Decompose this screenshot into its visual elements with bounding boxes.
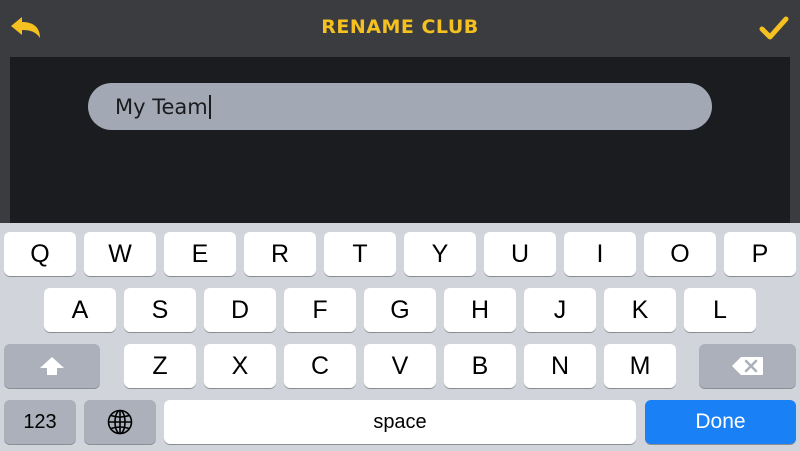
key-k[interactable]: K [604, 288, 676, 332]
content-panel: My Team [10, 57, 790, 223]
key-r[interactable]: R [244, 232, 316, 276]
key-f[interactable]: F [284, 288, 356, 332]
space-key[interactable]: space [164, 400, 636, 444]
key-l[interactable]: L [684, 288, 756, 332]
key-w[interactable]: W [84, 232, 156, 276]
numbers-key[interactable]: 123 [4, 400, 76, 444]
key-e[interactable]: E [164, 232, 236, 276]
key-n[interactable]: N [524, 344, 596, 388]
key-c[interactable]: C [284, 344, 356, 388]
key-v[interactable]: V [364, 344, 436, 388]
confirm-button[interactable] [754, 10, 794, 46]
globe-key[interactable] [84, 400, 156, 444]
key-x[interactable]: X [204, 344, 276, 388]
key-q[interactable]: Q [4, 232, 76, 276]
key-p[interactable]: P [724, 232, 796, 276]
key-s[interactable]: S [124, 288, 196, 332]
shift-key[interactable] [4, 344, 100, 388]
shift-arrow-icon [40, 357, 64, 375]
key-t[interactable]: T [324, 232, 396, 276]
key-j[interactable]: J [524, 288, 596, 332]
key-z[interactable]: Z [124, 344, 196, 388]
backspace-key[interactable] [699, 344, 796, 388]
backspace-icon [731, 357, 763, 375]
key-i[interactable]: I [564, 232, 636, 276]
top-bar: RENAME CLUB [0, 0, 800, 57]
text-caret [208, 94, 211, 119]
key-m[interactable]: M [604, 344, 676, 388]
keyboard: Q W E R T Y U I O P A S D F G H J K L Z … [0, 223, 800, 451]
club-name-input[interactable]: My Team [88, 83, 712, 130]
key-h[interactable]: H [444, 288, 516, 332]
checkmark-icon [759, 16, 789, 40]
key-d[interactable]: D [204, 288, 276, 332]
key-o[interactable]: O [644, 232, 716, 276]
key-b[interactable]: B [444, 344, 516, 388]
key-y[interactable]: Y [404, 232, 476, 276]
key-a[interactable]: A [44, 288, 116, 332]
page-title: RENAME CLUB [321, 16, 479, 38]
key-u[interactable]: U [484, 232, 556, 276]
club-name-value: My Team [115, 94, 208, 119]
done-key[interactable]: Done [645, 400, 796, 444]
globe-icon [107, 409, 133, 435]
key-g[interactable]: G [364, 288, 436, 332]
